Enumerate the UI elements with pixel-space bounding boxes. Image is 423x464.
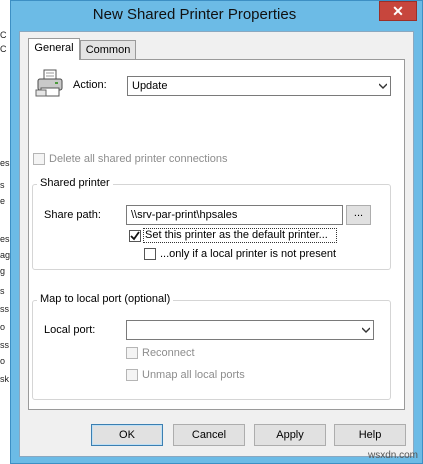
background-text-fragment: e [0,196,6,206]
background-text-fragment: s [0,180,5,190]
background-text-fragment: ss [0,304,9,314]
tab-common[interactable]: Common [80,40,136,59]
tab-general[interactable]: General [28,38,80,60]
background-text-fragment: sk [0,374,9,384]
apply-button[interactable]: Apply [254,424,326,446]
background-text-fragment: g [0,266,6,276]
background-text-fragment: C [0,30,7,40]
reconnect-label: Reconnect [142,347,195,359]
unmap-label: Unmap all local ports [142,369,245,381]
background-text-fragment: s [0,286,5,296]
dialog-window: New Shared Printer Properties ✕ General … [10,0,423,464]
reconnect-checkbox[interactable] [126,347,138,359]
shared-printer-group: Shared printer Share path: \\srv-par-pri… [32,177,391,270]
browse-button[interactable]: ... [346,205,371,225]
map-local-port-group-title: Map to local port (optional) [37,293,174,305]
action-dropdown[interactable]: Update [127,76,391,96]
only-if-local-label: ...only if a local printer is not presen… [160,248,337,260]
background-text-fragment: o [0,322,6,332]
share-path-input[interactable]: \\srv-par-print\hpsales [126,205,343,225]
background-text-fragment: ss [0,340,9,350]
only-if-local-checkbox[interactable] [144,248,156,260]
map-local-port-group: Map to local port (optional) Local port:… [32,293,391,400]
background-text-fragment: es [0,234,10,244]
local-port-dropdown[interactable] [126,320,374,340]
local-port-label: Local port: [44,324,96,336]
cancel-button[interactable]: Cancel [173,424,245,446]
dialog-client-area: General Common Action: Update Delete all… [19,31,414,457]
action-value: Update [132,80,168,92]
delete-all-checkbox[interactable] [33,153,45,165]
unmap-checkbox[interactable] [126,369,138,381]
background-text-fragment: o [0,356,6,366]
title-bar[interactable]: New Shared Printer Properties ✕ [11,1,422,29]
watermark: wsxdn.com [367,450,418,461]
share-path-label: Share path: [44,209,101,221]
chevron-down-icon [379,83,387,89]
action-label: Action: [73,79,107,91]
close-button[interactable]: ✕ [379,1,417,21]
share-path-value: \\srv-par-print\hpsales [131,209,238,221]
printer-icon [35,68,65,98]
chevron-down-icon [362,327,370,333]
background-text-fragment: ag [0,250,11,260]
background-text-fragment: C [0,44,7,54]
shared-printer-group-title: Shared printer [37,177,113,189]
delete-all-label: Delete all shared printer connections [49,153,228,165]
background-text-fragment: es [0,158,10,168]
window-title: New Shared Printer Properties [92,6,297,23]
general-tab-panel: Action: Update Delete all shared printer… [28,59,405,410]
checkmark-icon [130,231,140,241]
set-default-label: Set this printer as the default printer.… [145,229,328,241]
close-icon: ✕ [392,3,404,19]
help-button[interactable]: Help [334,424,406,446]
set-default-checkbox[interactable] [129,230,141,242]
ok-button[interactable]: OK [91,424,163,446]
